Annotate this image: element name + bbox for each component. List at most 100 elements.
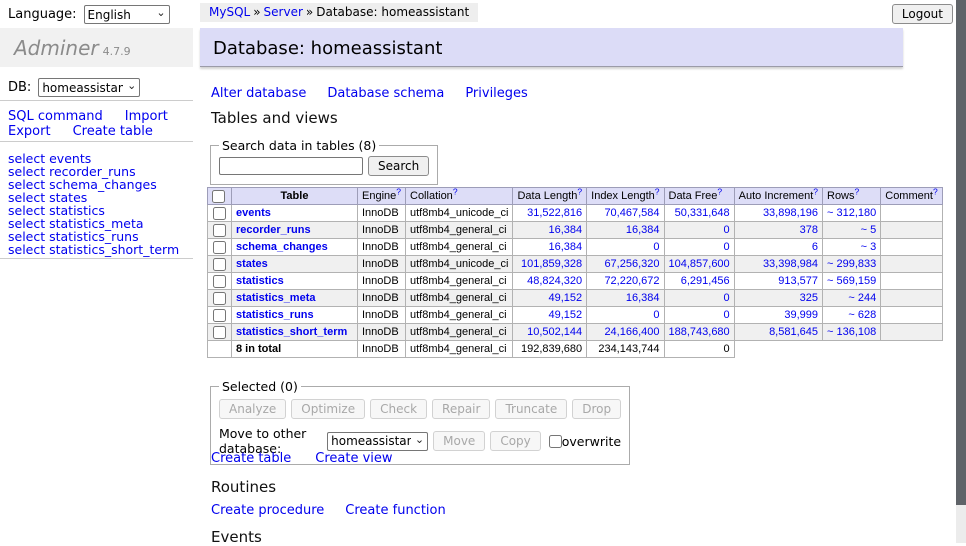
cell-data-free[interactable]: 6,291,456: [681, 275, 730, 287]
search-input[interactable]: [219, 157, 363, 175]
row-checkbox[interactable]: [213, 275, 226, 288]
cell-rows[interactable]: ~ 136,108: [827, 326, 876, 338]
cell-data-length[interactable]: 101,859,328: [521, 258, 582, 270]
cell-index-length[interactable]: 16,384: [626, 292, 660, 304]
cell-index-length[interactable]: 0: [653, 309, 659, 321]
table-link[interactable]: statistics: [236, 275, 284, 287]
cell-data-free[interactable]: 188,743,680: [669, 326, 730, 338]
cell-data-length[interactable]: 31,522,816: [527, 207, 582, 219]
scrollbar-thumb[interactable]: [956, 0, 966, 505]
move-db-select[interactable]: homeassistant: [327, 432, 428, 451]
cell-data-free[interactable]: 0: [724, 292, 730, 304]
select-all-checkbox[interactable]: [212, 190, 225, 203]
help-link[interactable]: ?: [813, 186, 818, 196]
logout-button[interactable]: Logout: [892, 4, 953, 24]
cell-auto-increment[interactable]: 378: [800, 224, 818, 236]
create-function-link[interactable]: Create function: [345, 503, 445, 518]
help-link[interactable]: ?: [453, 186, 458, 196]
create-view-link[interactable]: Create view: [315, 451, 392, 466]
cell-data-length[interactable]: 49,152: [548, 292, 582, 304]
sidebar-link-export[interactable]: Export: [8, 124, 51, 139]
cell-rows[interactable]: ~ 628: [848, 309, 876, 321]
repair-button[interactable]: Repair: [432, 399, 490, 419]
row-checkbox[interactable]: [213, 309, 226, 322]
create-procedure-link[interactable]: Create procedure: [211, 503, 324, 518]
database-schema-link[interactable]: Database schema: [327, 86, 444, 101]
cell-data-length[interactable]: 48,824,320: [527, 275, 582, 287]
help-link[interactable]: ?: [396, 186, 401, 196]
drop-button[interactable]: Drop: [572, 399, 621, 419]
row-checkbox[interactable]: [213, 241, 226, 254]
overwrite-checkbox[interactable]: [549, 435, 562, 448]
cell-data-length[interactable]: 16,384: [548, 241, 582, 253]
privileges-link[interactable]: Privileges: [465, 86, 528, 101]
cell-rows[interactable]: ~ 569,159: [827, 275, 876, 287]
cell-data-length[interactable]: 49,152: [548, 309, 582, 321]
cell-rows[interactable]: ~ 299,833: [827, 258, 876, 270]
sidebar-item-select-statistics-short-term[interactable]: select statistics_short_term: [8, 243, 179, 256]
vertical-scrollbar[interactable]: [956, 0, 966, 543]
select-all-cell: [208, 188, 232, 205]
cell-auto-increment[interactable]: 6: [812, 241, 818, 253]
row-checkbox[interactable]: [213, 207, 226, 220]
cell-data-free[interactable]: 50,331,648: [675, 207, 730, 219]
table-link[interactable]: events: [236, 207, 271, 219]
cell-index-length[interactable]: 24,166,400: [604, 326, 659, 338]
cell-auto-increment[interactable]: 39,999: [784, 309, 818, 321]
truncate-button[interactable]: Truncate: [495, 399, 567, 419]
alter-database-link[interactable]: Alter database: [211, 86, 306, 101]
table-link[interactable]: states: [236, 258, 268, 270]
cell-data-length[interactable]: 16,384: [548, 224, 582, 236]
check-button[interactable]: Check: [370, 399, 427, 419]
table-link[interactable]: statistics_short_term: [236, 326, 347, 338]
cell-data-free[interactable]: 0: [724, 241, 730, 253]
cell-auto-increment[interactable]: 33,398,984: [763, 258, 818, 270]
cell-data-free[interactable]: 0: [724, 309, 730, 321]
breadcrumb-link-mysql[interactable]: MySQL: [209, 5, 250, 19]
row-checkbox[interactable]: [213, 224, 226, 237]
cell-rows[interactable]: ~ 244: [848, 292, 876, 304]
row-checkbox[interactable]: [213, 292, 226, 305]
cell-rows[interactable]: ~ 5: [861, 224, 877, 236]
help-link[interactable]: ?: [655, 186, 660, 196]
help-link[interactable]: ?: [933, 186, 938, 196]
help-link[interactable]: ?: [855, 186, 860, 196]
help-link[interactable]: ?: [577, 186, 582, 196]
search-button[interactable]: Search: [368, 156, 429, 176]
column-header-rows: Rows?: [823, 188, 881, 205]
sidebar-link-sql-command[interactable]: SQL command: [8, 109, 103, 124]
cell-index-length[interactable]: 16,384: [626, 224, 660, 236]
copy-button[interactable]: Copy: [490, 431, 540, 451]
cell-auto-increment[interactable]: 325: [800, 292, 818, 304]
sidebar-divider: [0, 100, 193, 101]
cell-auto-increment[interactable]: 8,581,645: [769, 326, 818, 338]
db-select[interactable]: homeassistant: [38, 78, 140, 97]
language-select[interactable]: English: [84, 5, 170, 24]
total-collation: utf8mb4_general_ci: [406, 341, 513, 358]
row-checkbox[interactable]: [213, 258, 226, 271]
analyze-button[interactable]: Analyze: [219, 399, 286, 419]
row-checkbox[interactable]: [213, 326, 226, 339]
sidebar-link-import[interactable]: Import: [125, 109, 168, 124]
cell-data-length[interactable]: 10,502,144: [527, 326, 582, 338]
cell-auto-increment[interactable]: 913,577: [778, 275, 818, 287]
table-link[interactable]: schema_changes: [236, 241, 328, 253]
breadcrumb-link-server[interactable]: Server: [264, 5, 303, 19]
table-link[interactable]: recorder_runs: [236, 224, 311, 236]
create-table-link[interactable]: Create table: [211, 451, 291, 466]
sidebar-link-create-table[interactable]: Create table: [73, 124, 153, 139]
table-link[interactable]: statistics_runs: [236, 309, 314, 321]
cell-rows[interactable]: ~ 312,180: [827, 207, 876, 219]
move-button[interactable]: Move: [433, 431, 485, 451]
optimize-button[interactable]: Optimize: [291, 399, 365, 419]
cell-index-length[interactable]: 67,256,320: [604, 258, 659, 270]
cell-data-free[interactable]: 104,857,600: [669, 258, 730, 270]
table-link[interactable]: statistics_meta: [236, 292, 316, 304]
help-link[interactable]: ?: [717, 186, 722, 196]
cell-data-free[interactable]: 0: [724, 224, 730, 236]
cell-auto-increment[interactable]: 33,898,196: [763, 207, 818, 219]
cell-index-length[interactable]: 0: [653, 241, 659, 253]
cell-index-length[interactable]: 72,220,672: [604, 275, 659, 287]
cell-rows[interactable]: ~ 3: [861, 241, 877, 253]
cell-index-length[interactable]: 70,467,584: [604, 207, 659, 219]
